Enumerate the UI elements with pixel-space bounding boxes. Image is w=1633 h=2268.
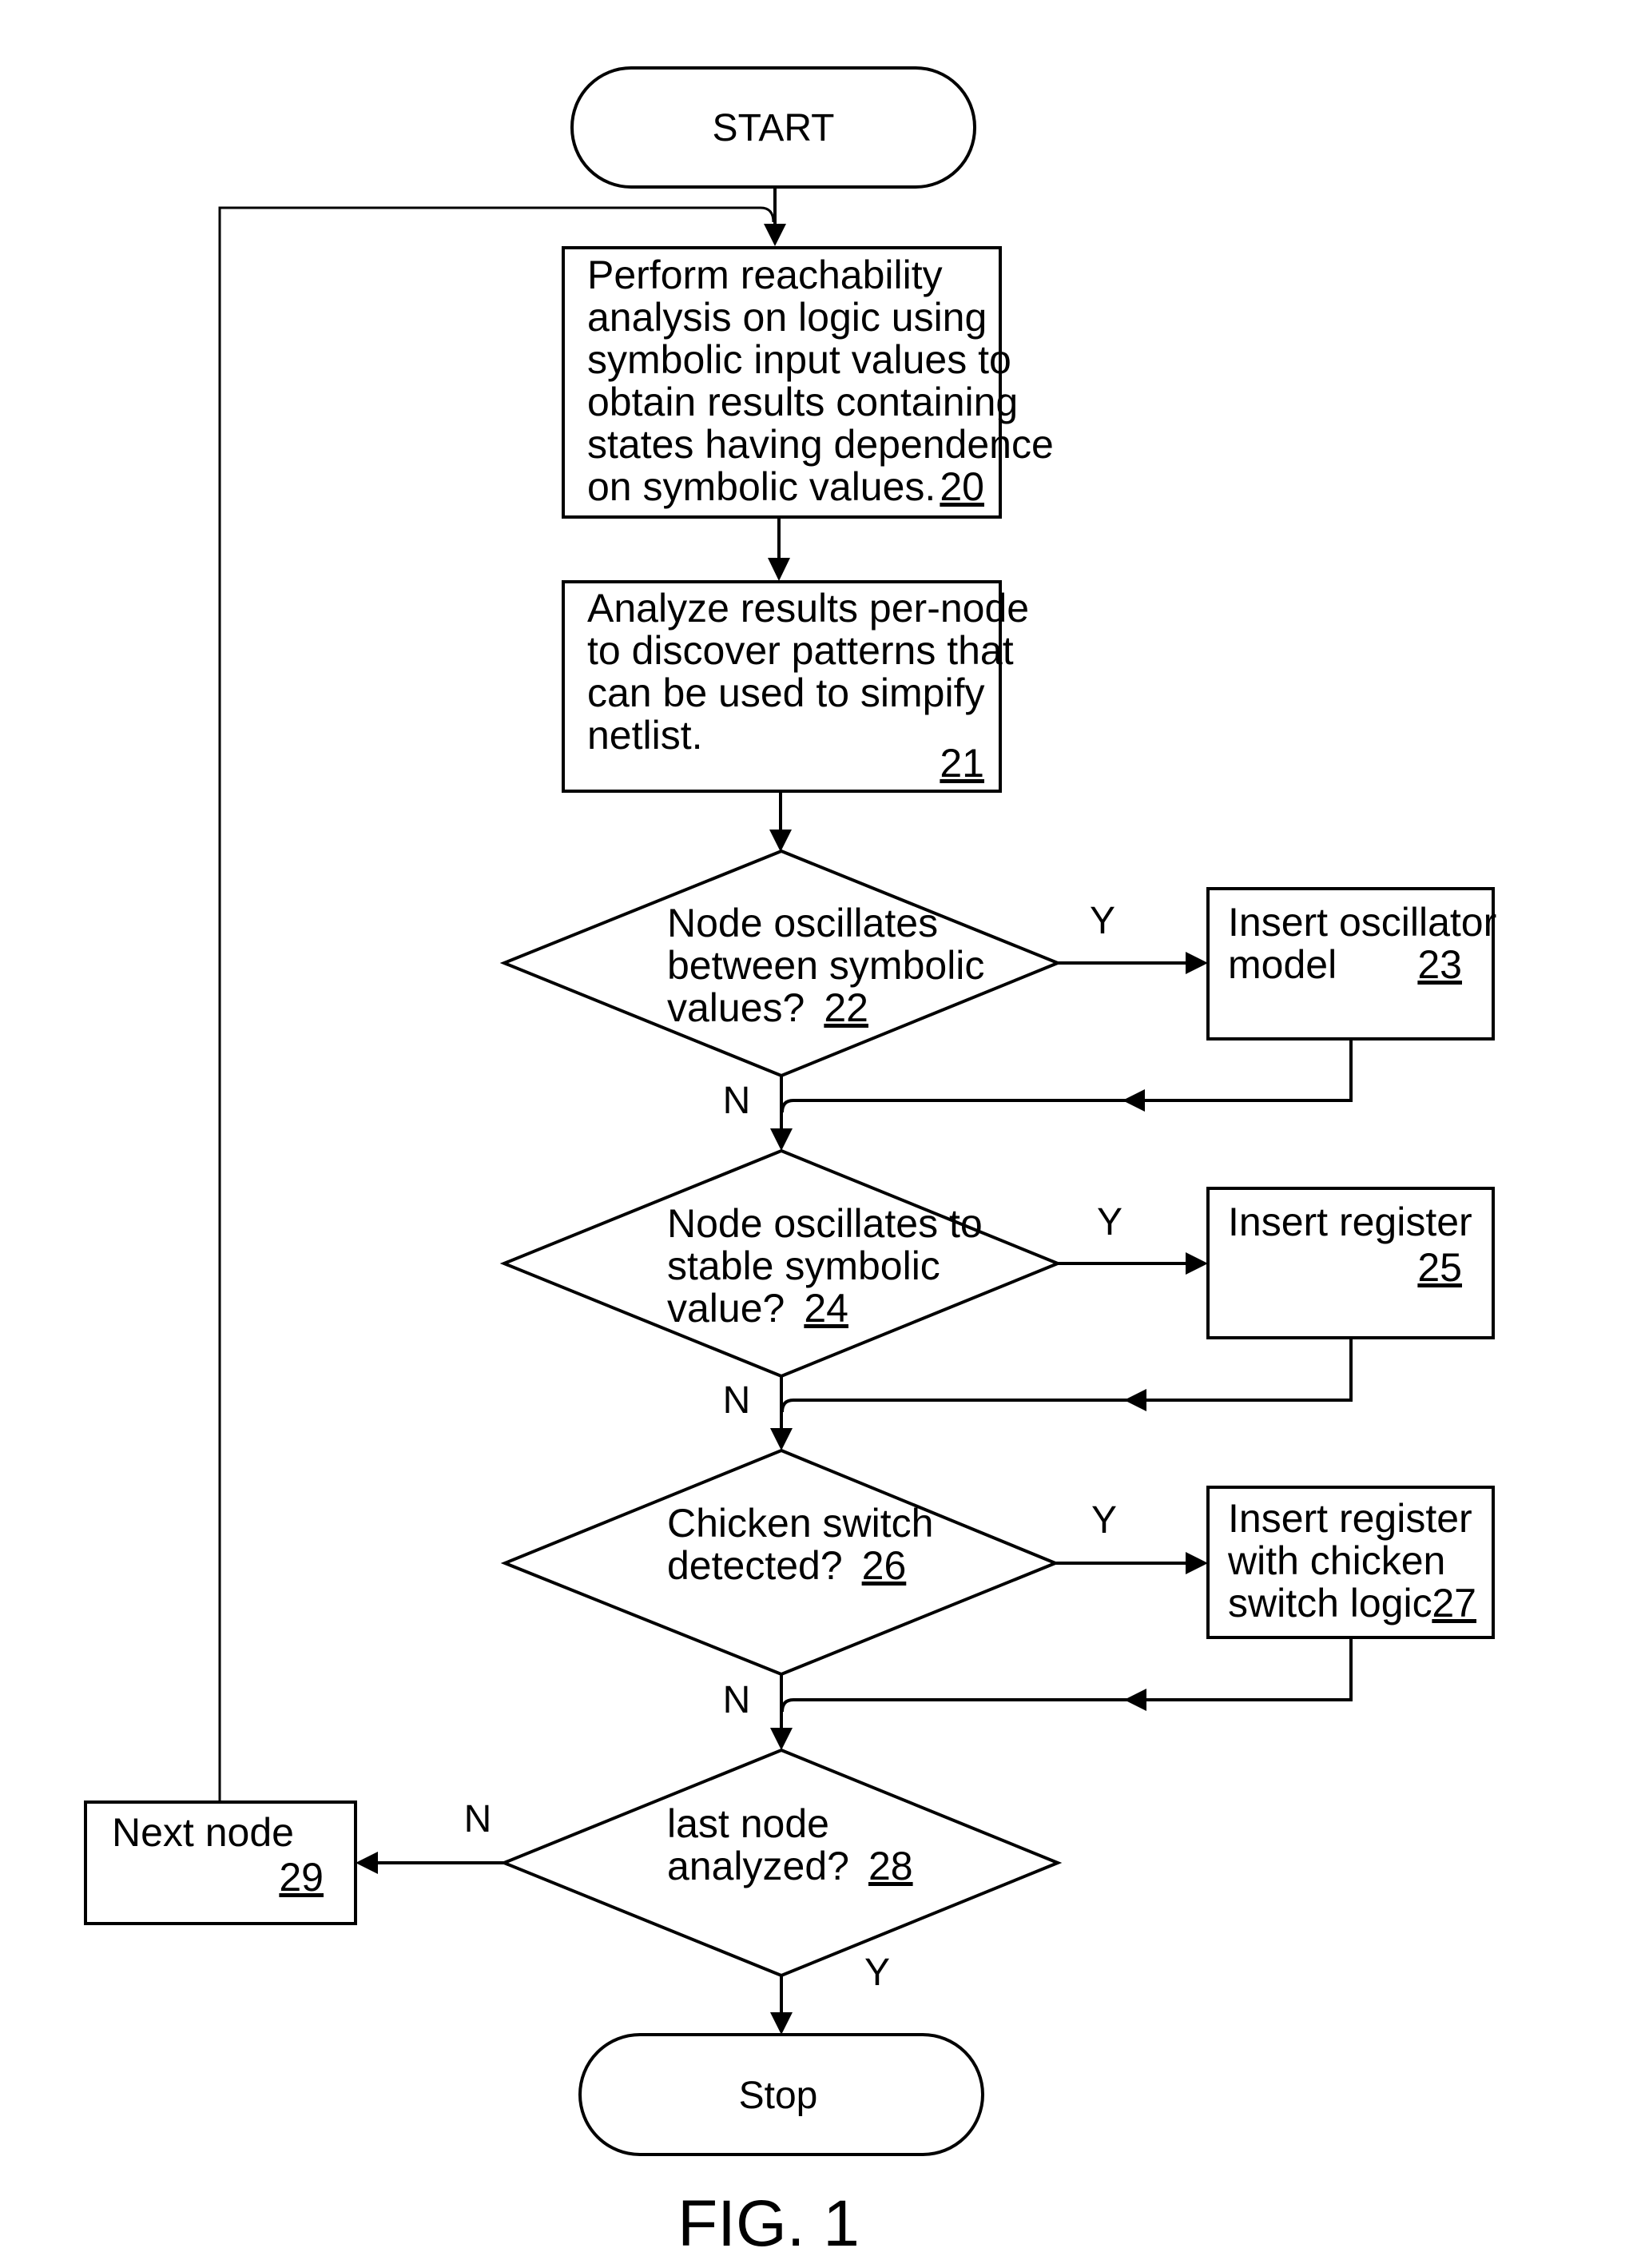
step-23-line: model xyxy=(1228,942,1337,987)
arrowhead-down xyxy=(764,224,786,246)
step-29-line: Next node xyxy=(112,1810,294,1855)
step-20-line: obtain results containing xyxy=(587,380,1018,424)
step-27-line: Insert register xyxy=(1228,1496,1472,1541)
step-21-ref: 21 xyxy=(940,741,984,786)
start-label: START xyxy=(713,107,835,149)
arrowhead-down xyxy=(769,830,792,852)
decision-28-line: analyzed? xyxy=(667,1844,849,1888)
decision-22-no-label: N xyxy=(723,1080,751,1122)
decision-24-line: value? xyxy=(667,1286,785,1331)
step-21-line: to discover patterns that xyxy=(587,628,1014,673)
arrowhead-left xyxy=(1124,1689,1146,1711)
step-20-line: Perform reachability xyxy=(587,253,943,297)
decision-22-line: values? xyxy=(667,985,805,1030)
step-21-line: can be used to simpify xyxy=(587,670,985,715)
arrowhead-down xyxy=(770,1428,793,1450)
arrowhead-left xyxy=(1122,1089,1145,1112)
connector-23-return xyxy=(781,1039,1353,1113)
arrowhead-left xyxy=(1124,1389,1146,1411)
decision-28-ref: 28 xyxy=(868,1844,913,1888)
decision-26-text: Chicken switch detected? 26 xyxy=(667,1501,933,1588)
step-27-line: switch logic xyxy=(1228,1581,1432,1625)
decision-22-ref: 22 xyxy=(824,985,868,1030)
step-21-line: netlist. xyxy=(587,713,703,758)
step-27-ref: 27 xyxy=(1432,1581,1476,1625)
step-25-line: Insert register xyxy=(1228,1200,1472,1244)
decision-24-no-label: N xyxy=(723,1379,751,1422)
arrowhead-down xyxy=(768,558,790,581)
step-25-ref: 25 xyxy=(1417,1245,1462,1290)
arrowhead-down xyxy=(770,1128,793,1151)
step-21-line: Analyze results per-node xyxy=(587,586,1029,631)
decision-26-ref: 26 xyxy=(862,1543,907,1588)
arrowhead-left xyxy=(356,1852,378,1874)
stop-label: Stop xyxy=(739,2075,818,2117)
connector-25-return xyxy=(781,1338,1353,1413)
decision-26-line: detected? xyxy=(667,1543,843,1588)
decision-24-yes-label: Y xyxy=(1097,1201,1122,1243)
step-27-text: Insert register with chicken switch logi… xyxy=(1227,1496,1476,1625)
step-20-line: symbolic input values to xyxy=(587,337,1011,382)
decision-28-no-label: N xyxy=(464,1798,492,1840)
decision-26-line: Chicken switch xyxy=(667,1501,933,1546)
arrowhead-down xyxy=(770,1728,793,1750)
decision-22-yes-label: Y xyxy=(1090,900,1115,942)
step-20-line: analysis on logic using xyxy=(587,295,987,340)
decision-28-yes-label: Y xyxy=(864,1952,890,1994)
step-29-ref: 29 xyxy=(279,1855,324,1900)
flowchart: START Perform reachability analysis on l… xyxy=(84,66,1496,2260)
decision-26-yes-label: Y xyxy=(1091,1499,1117,1542)
arrowhead-down xyxy=(770,2012,793,2035)
step-23-ref: 23 xyxy=(1417,942,1462,987)
step-20-ref: 20 xyxy=(940,464,984,509)
decision-24-ref: 24 xyxy=(804,1286,848,1331)
arrowhead-right xyxy=(1186,1552,1208,1574)
figure-caption: FIG. 1 xyxy=(677,2187,860,2260)
decision-22-line: Node oscillates xyxy=(667,901,938,945)
step-23-line: Insert oscillator xyxy=(1228,900,1496,945)
arrowhead-right xyxy=(1186,952,1208,974)
step-27-line: with chicken xyxy=(1227,1538,1445,1583)
arrowhead-right xyxy=(1186,1252,1208,1275)
decision-28-line: last node xyxy=(667,1801,829,1846)
decision-22-line: between symbolic xyxy=(667,943,984,988)
step-20-line: states having dependence xyxy=(587,422,1054,467)
decision-26-no-label: N xyxy=(723,1679,751,1721)
step-20-line: on symbolic values. xyxy=(587,464,936,509)
connector-27-return xyxy=(781,1637,1353,1713)
decision-24-line: Node oscillates to xyxy=(667,1201,983,1246)
decision-24-line: stable symbolic xyxy=(667,1243,940,1288)
